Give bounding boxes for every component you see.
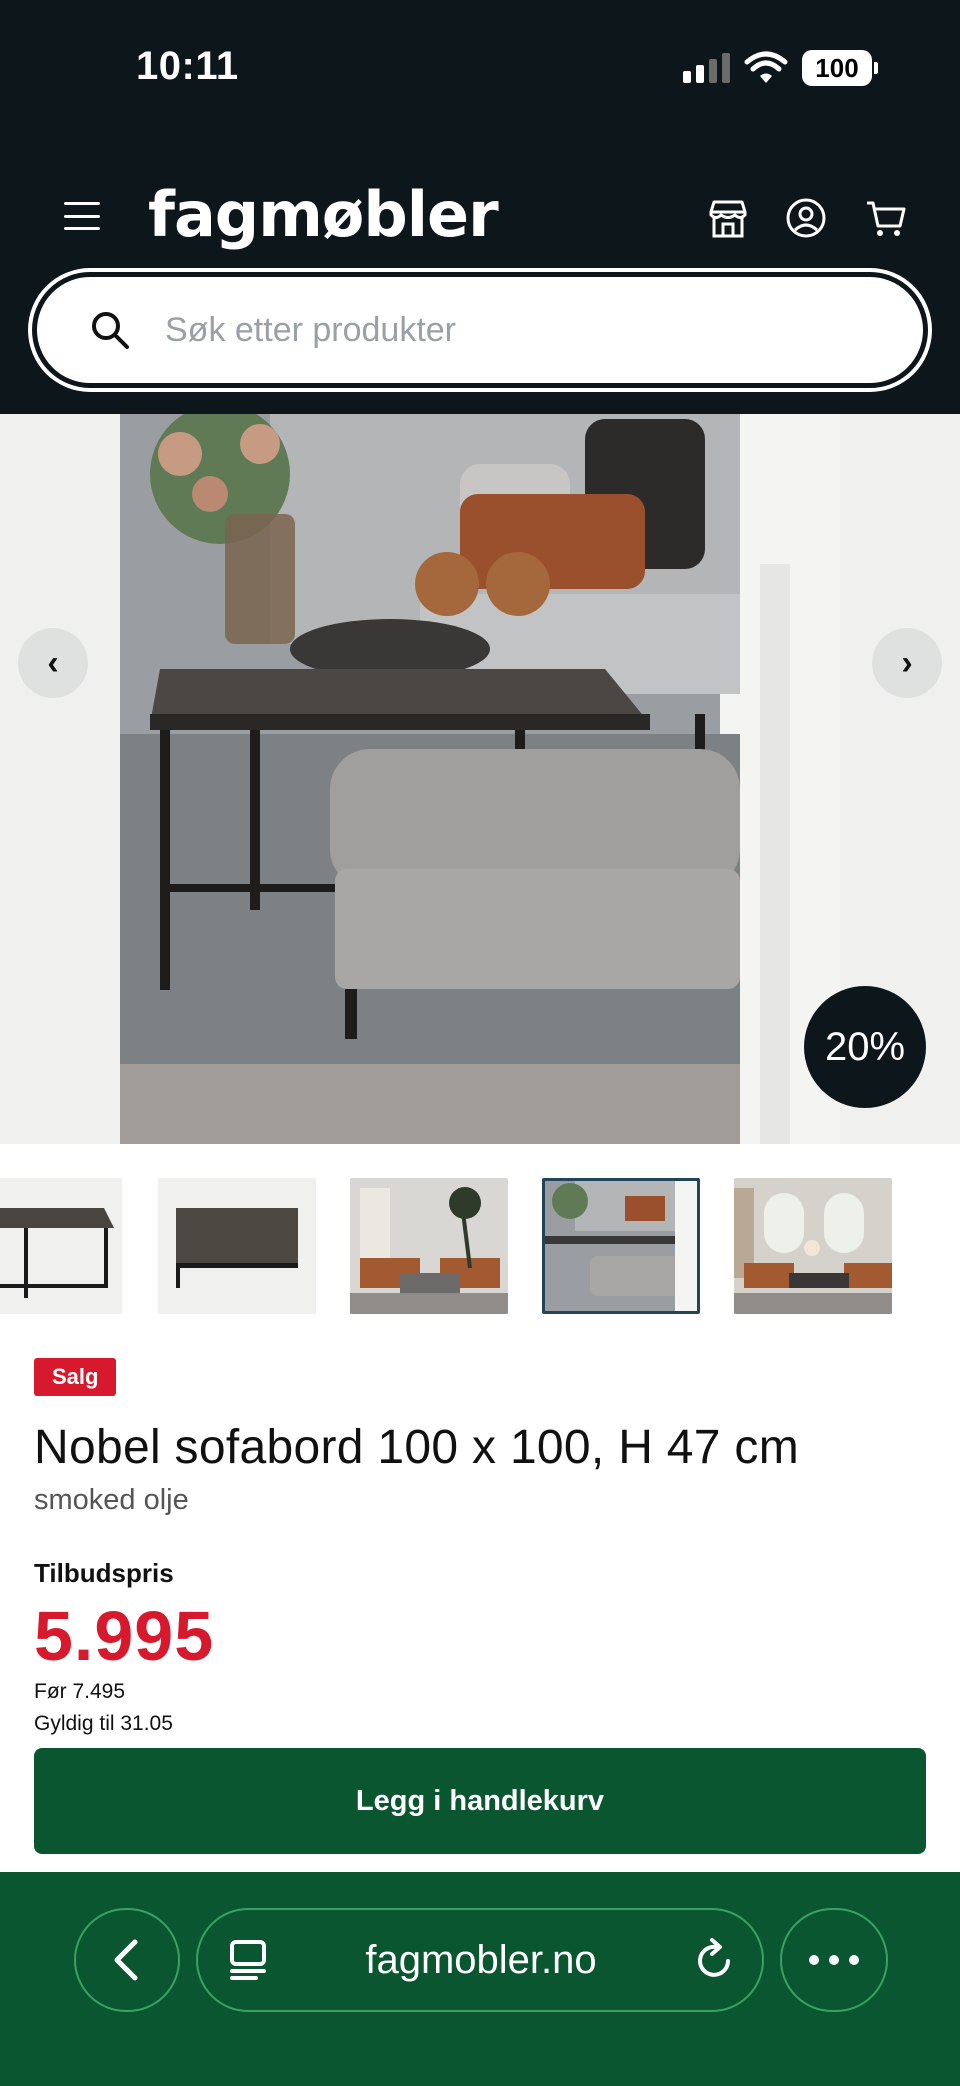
prev-image-button[interactable]: ‹ (18, 628, 88, 698)
store-icon[interactable] (706, 196, 750, 240)
more-icon (809, 1955, 859, 1965)
before-price: Før 7.495 (34, 1680, 126, 1703)
search-icon (92, 312, 129, 349)
product-photo (120, 414, 840, 1144)
thumbnail-2[interactable] (158, 1178, 316, 1314)
site-logo[interactable]: fagmøbler (148, 178, 499, 251)
status-time: 10:11 (136, 44, 239, 88)
thumbnail-5[interactable] (734, 1178, 892, 1314)
top-header-area: 10:11 100 fagmøbler Søk etter produkter (0, 0, 960, 414)
price-label: Tilbudspris (34, 1558, 174, 1588)
wifi-icon (744, 51, 788, 83)
status-indicators: 100 (683, 50, 878, 86)
menu-icon[interactable] (64, 202, 100, 230)
cart-icon[interactable] (864, 196, 908, 240)
search-placeholder: Søk etter produkter (165, 310, 457, 349)
thumbnail-4[interactable] (542, 1178, 700, 1314)
browser-address-bar[interactable]: fagmobler.no (196, 1908, 764, 2012)
sale-badge: Salg (34, 1358, 117, 1396)
discount-badge: 20% (804, 986, 926, 1108)
account-icon[interactable] (784, 196, 828, 240)
thumbnail-3[interactable] (350, 1178, 508, 1314)
sale-price: 5.995 (34, 1597, 215, 1675)
signal-icon (683, 53, 730, 83)
thumbnail-strip[interactable] (0, 1178, 960, 1314)
thumbnail-1[interactable] (0, 1178, 122, 1314)
reload-icon[interactable] (694, 1937, 736, 1983)
browser-back-button[interactable] (74, 1908, 180, 2012)
next-image-button[interactable]: › (872, 628, 942, 698)
product-image-carousel[interactable]: ‹ › 20% (0, 414, 960, 1144)
tabs-icon[interactable] (228, 1938, 268, 1982)
chevron-left-icon (114, 1939, 138, 1981)
search-input[interactable]: Søk etter produkter (32, 272, 928, 388)
battery-icon: 100 (802, 50, 878, 86)
add-to-cart-button[interactable]: Legg i handlekurv (34, 1748, 926, 1854)
browser-toolbar: fagmobler.no (0, 1872, 960, 2086)
browser-more-button[interactable] (780, 1908, 888, 2012)
offer-valid-until: Gyldig til 31.05 (34, 1712, 173, 1735)
product-variant: smoked olje (34, 1484, 189, 1516)
browser-url: fagmobler.no (365, 1937, 597, 1982)
product-title: Nobel sofabord 100 x 100, H 47 cm (34, 1421, 800, 1474)
